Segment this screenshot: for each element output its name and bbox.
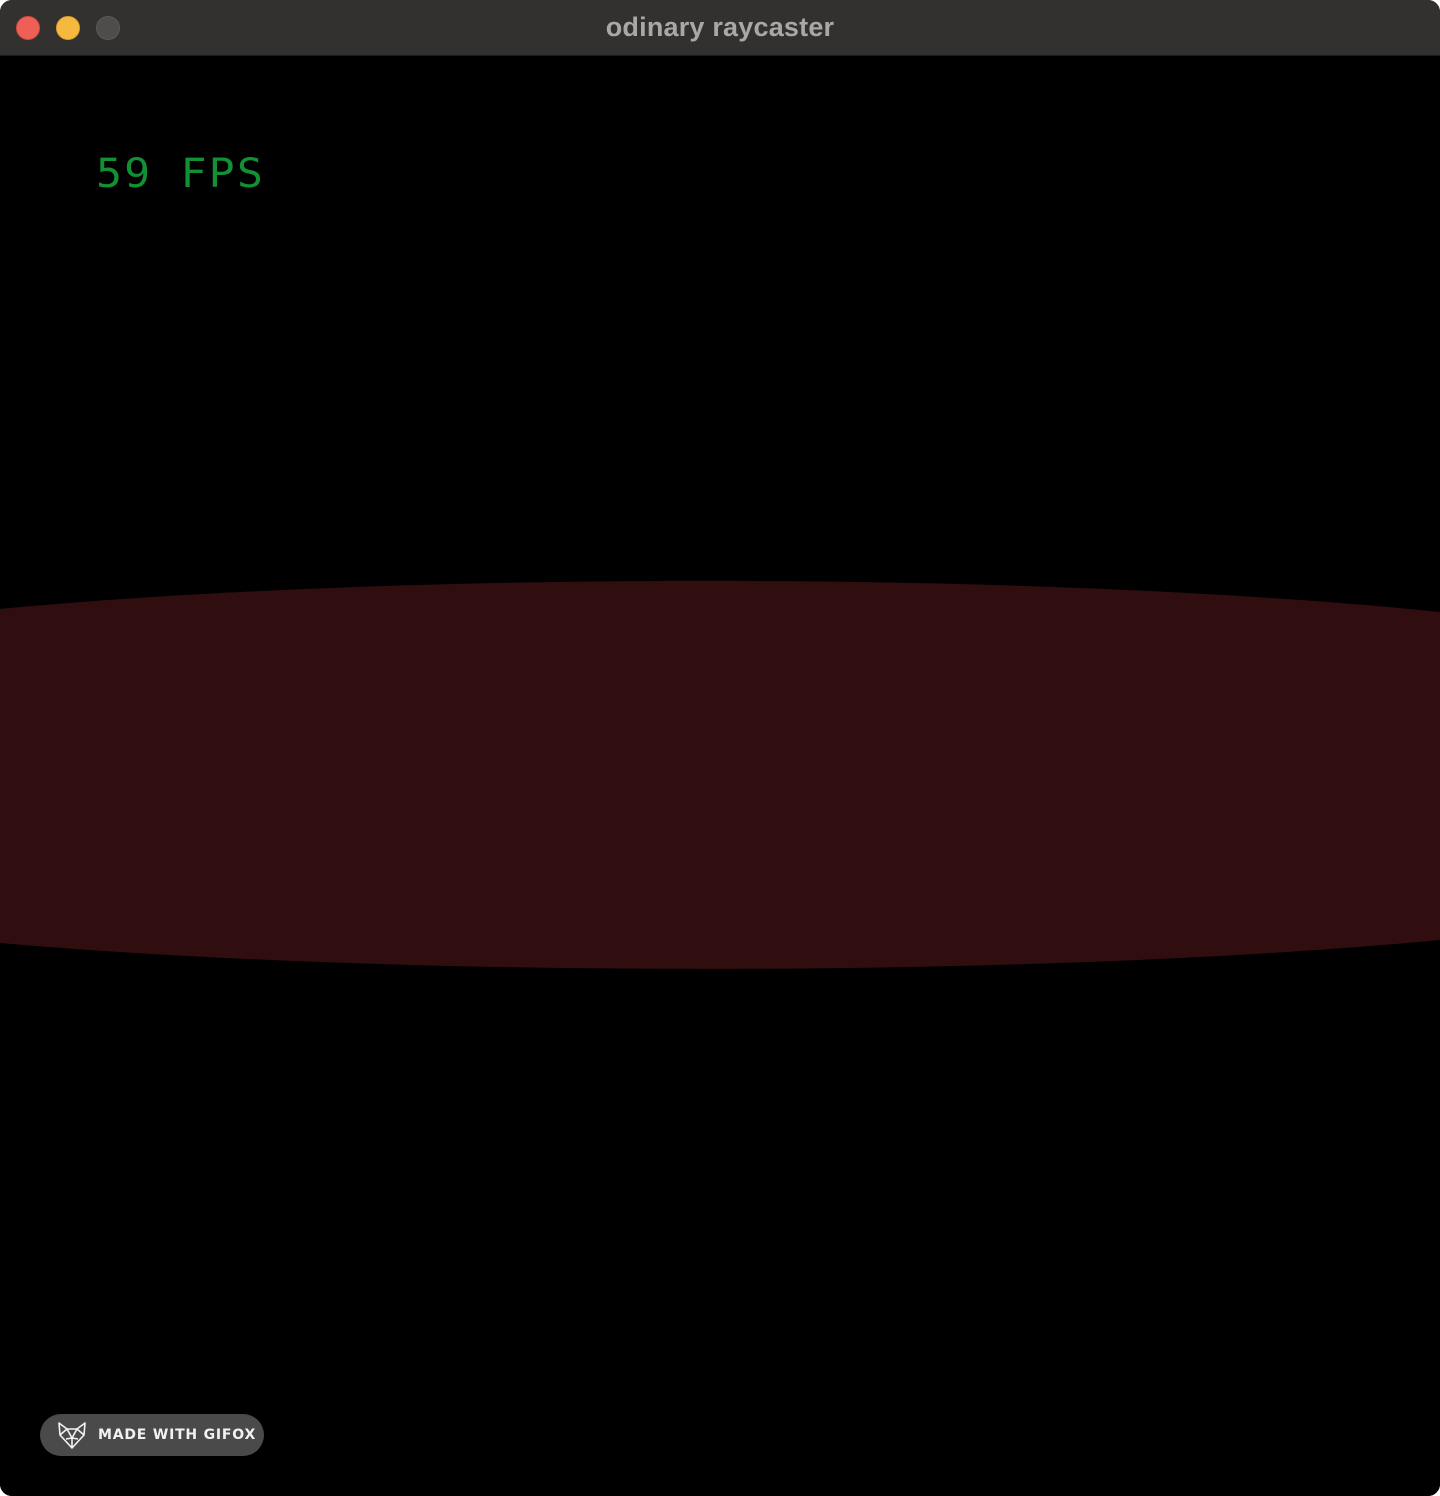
gifox-watermark: MADE WITH GIFOX bbox=[40, 1414, 264, 1456]
window-title: odinary raycaster bbox=[605, 12, 835, 42]
raycast-scene bbox=[0, 580, 1440, 969]
app-window: odinary raycaster 59 FPS MADE WITH GIFOX bbox=[0, 0, 1440, 1496]
game-viewport[interactable]: 59 FPS bbox=[0, 56, 1440, 1496]
wall-slice bbox=[0, 580, 1440, 969]
title-bar[interactable]: odinary raycaster bbox=[0, 0, 1440, 56]
watermark-label: MADE WITH GIFOX bbox=[98, 1427, 257, 1443]
fox-icon bbox=[58, 1422, 86, 1449]
fps-counter: 59 FPS bbox=[96, 151, 266, 197]
